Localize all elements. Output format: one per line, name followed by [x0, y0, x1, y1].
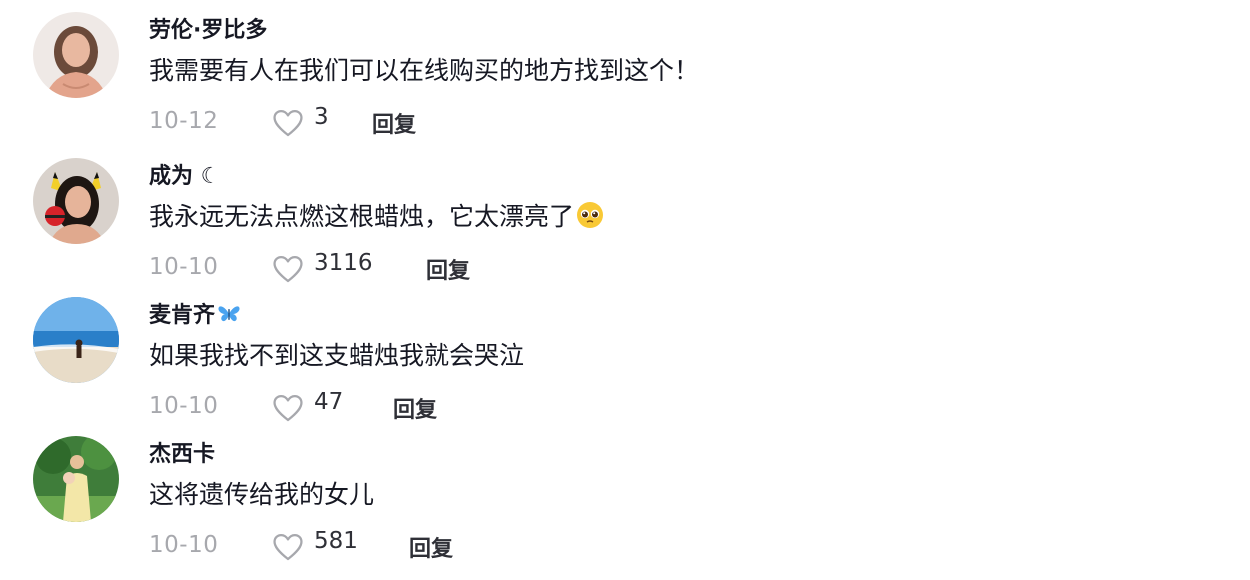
butterfly-emoji-icon [218, 306, 240, 322]
username[interactable]: 杰西卡 [149, 440, 215, 470]
heart-icon[interactable] [271, 252, 305, 286]
avatar[interactable] [33, 297, 119, 383]
comment-item: 杰西卡 这将遗传给我的女儿 10-10 581 回复 [0, 436, 1250, 580]
username[interactable]: 成为 ☾ [149, 162, 220, 192]
comment-item: 成为 ☾ 我永远无法点燃这根蜡烛，它太漂亮了 10-10 3116 回复 [0, 158, 1250, 302]
heart-icon[interactable] [271, 530, 305, 564]
username[interactable]: 劳伦·罗比多 [149, 16, 267, 46]
heart-icon[interactable] [271, 106, 305, 140]
comment-text-content: 我永远无法点燃这根蜡烛，它太漂亮了 [149, 202, 575, 231]
reply-button[interactable]: 回复 [393, 392, 437, 424]
comment-text: 如果我找不到这支蜡烛我就会哭泣 [149, 341, 525, 370]
like-count: 3116 [314, 250, 373, 276]
reply-button[interactable]: 回复 [426, 253, 470, 285]
comment-meta: 10-10 47 回复 [149, 389, 749, 429]
comment-item: 麦肯齐 如果我找不到这支蜡烛我就会哭泣 10-10 47 回复 [0, 297, 1250, 441]
reply-button[interactable]: 回复 [372, 107, 416, 139]
username-text: 麦肯齐 [149, 303, 216, 328]
like-count: 47 [314, 389, 344, 415]
avatar[interactable] [33, 12, 119, 98]
comment-meta: 10-12 3 回复 [149, 104, 749, 144]
avatar[interactable] [33, 436, 119, 522]
comment-date: 10-10 [149, 393, 219, 419]
like-count: 581 [314, 528, 358, 554]
comment-item: 劳伦·罗比多 我需要有人在我们可以在线购买的地方找到这个！ 10-12 3 回复 [0, 12, 1250, 156]
comment-date: 10-10 [149, 532, 219, 558]
comment-text: 我需要有人在我们可以在线购买的地方找到这个！ [149, 56, 700, 85]
comment-meta: 10-10 3116 回复 [149, 250, 749, 290]
comment-text: 我永远无法点燃这根蜡烛，它太漂亮了 [149, 200, 604, 234]
username[interactable]: 麦肯齐 [149, 301, 241, 331]
pleading-face-emoji-icon [577, 202, 604, 228]
comment-text: 这将遗传给我的女儿 [149, 480, 375, 509]
like-count: 3 [314, 104, 329, 130]
avatar[interactable] [33, 158, 119, 244]
comment-date: 10-10 [149, 254, 219, 280]
comment-date: 10-12 [149, 108, 219, 134]
heart-icon[interactable] [271, 391, 305, 425]
comment-meta: 10-10 581 回复 [149, 528, 749, 568]
reply-button[interactable]: 回复 [409, 531, 453, 563]
